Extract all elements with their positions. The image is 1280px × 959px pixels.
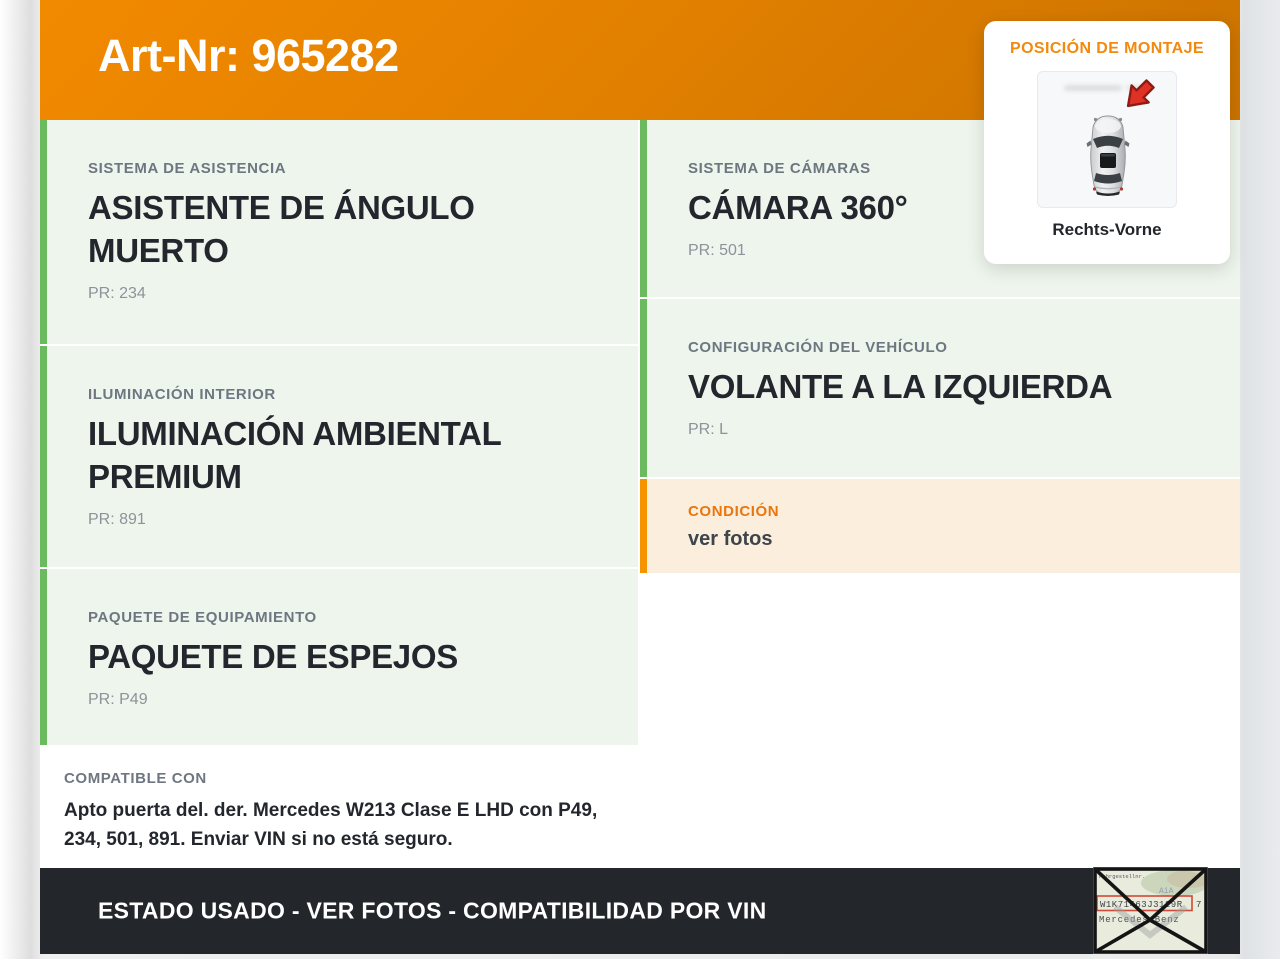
compatibility-label: COMPATIBLE CON — [64, 770, 207, 787]
pr-code: PR: P49 — [88, 691, 148, 708]
card-label: SISTEMA DE ASISTENCIA — [88, 160, 287, 177]
mounting-position-image — [1037, 71, 1177, 208]
compatibility-card: COMPATIBLE CON Apto puerta del. der. Mer… — [40, 747, 638, 865]
card-title: ILUMINACIÓN AMBIENTAL PREMIUM — [88, 415, 501, 495]
compatibility-text: Apto puerta del. der. Mercedes W213 Clas… — [64, 800, 598, 850]
pr-code: PR: L — [688, 421, 729, 438]
left-column: SISTEMA DE ASISTENCIA ASISTENTE DE ÁNGUL… — [40, 120, 638, 867]
red-arrow-icon — [1126, 79, 1155, 108]
card-label: CONFIGURACIÓN DEL VEHÍCULO — [688, 339, 948, 356]
envelope-icon: Fahrgestellnr. AiA W1K71463J3129R 7 Merc… — [1092, 866, 1211, 955]
vin-document-photo: Fahrgestellnr. AiA W1K71463J3129R 7 Merc… — [1092, 866, 1211, 955]
card-title: ASISTENTE DE ÁNGULO MUERTO — [88, 189, 475, 269]
mounting-position-label: POSICIÓN DE MONTAJE — [1010, 40, 1204, 57]
condition-label: CONDICIÓN — [688, 503, 780, 520]
article-number-title: Art-Nr: 965282 — [98, 30, 399, 81]
card-title: PAQUETE DE ESPEJOS — [88, 638, 458, 675]
pr-code: PR: 891 — [88, 511, 146, 528]
feature-card-volante: CONFIGURACIÓN DEL VEHÍCULO VOLANTE A LA … — [640, 299, 1240, 477]
listing-graphic: Art-Nr: 965282 SISTEMA DE ASISTENCIA ASI… — [0, 0, 1280, 955]
svg-text:AiA: AiA — [1159, 887, 1174, 896]
feature-card-asistencia: SISTEMA DE ASISTENCIA ASISTENTE DE ÁNGUL… — [40, 120, 638, 344]
feature-card-iluminacion: ILUMINACIÓN INTERIOR ILUMINACIÓN AMBIENT… — [40, 346, 638, 567]
card-label: PAQUETE DE EQUIPAMIENTO — [88, 609, 317, 626]
feature-card-paquete: PAQUETE DE EQUIPAMIENTO PAQUETE DE ESPEJ… — [40, 569, 638, 745]
footer-bar: ESTADO USADO - VER FOTOS - COMPATIBILIDA… — [40, 866, 1240, 955]
mounting-position-card: POSICIÓN DE MONTAJE Rechts-Vorne — [984, 21, 1230, 264]
card-label: ILUMINACIÓN INTERIOR — [88, 386, 276, 403]
footer-text: ESTADO USADO - VER FOTOS - COMPATIBILIDA… — [98, 897, 767, 924]
car-top-view-icon — [1064, 79, 1155, 196]
svg-text:7: 7 — [1196, 900, 1201, 910]
condition-card: CONDICIÓN ver fotos — [640, 479, 1240, 573]
content-area: Art-Nr: 965282 SISTEMA DE ASISTENCIA ASI… — [40, 0, 1240, 955]
pr-code: PR: 234 — [88, 285, 146, 302]
mounting-position-value: Rechts-Vorne — [1052, 220, 1162, 239]
condition-value: ver fotos — [688, 528, 773, 550]
card-title: VOLANTE A LA IZQUIERDA — [688, 368, 1113, 405]
